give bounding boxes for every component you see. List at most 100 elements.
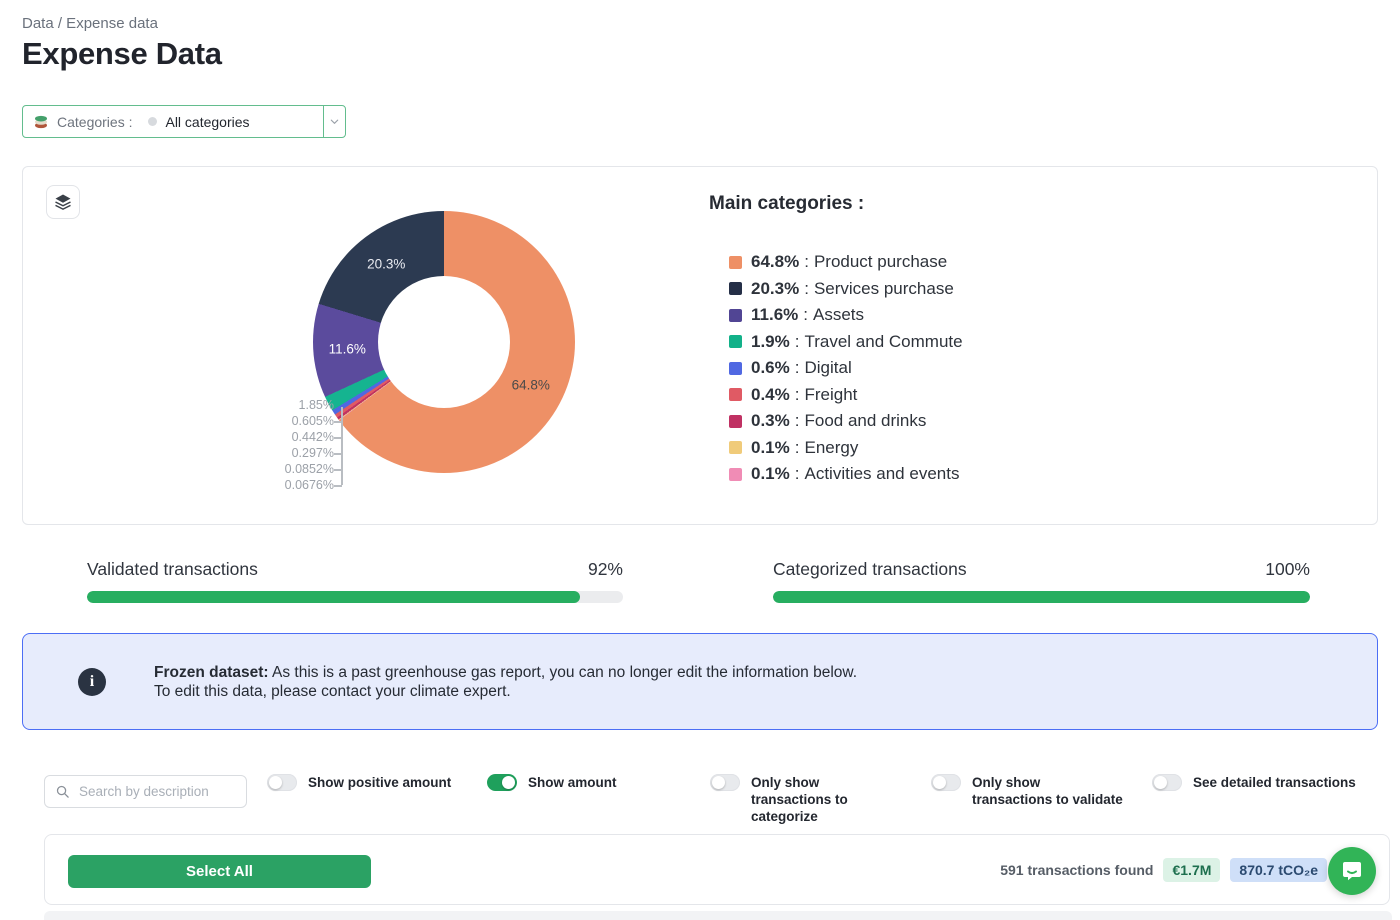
toggle-knob [933,776,946,789]
toggle-switch[interactable] [267,774,297,791]
legend-percent: 1.9% [751,332,790,352]
outside-label: 0.297% [244,445,334,461]
toggle-group: Show positive amount [267,774,451,791]
legend-label: Freight [804,385,857,405]
legend-separator: : [795,464,800,484]
chevron-down-icon[interactable] [324,116,345,127]
page-title: Expense Data [22,36,222,72]
chat-button[interactable] [1328,847,1376,895]
legend: Main categories : 64.8%:Product purchase… [709,193,963,488]
progress-card-categorized: Categorized transactions 100% [773,559,1310,603]
legend-swatch [729,362,742,375]
legend-title: Main categories : [709,193,963,215]
progress-card-validated: Validated transactions 92% [87,559,623,603]
legend-percent: 0.1% [751,464,790,484]
donut-chart[interactable]: 64.8% 11.6% 20.3% [313,211,575,473]
toggle-group: Only show transactions to validate [931,774,1124,808]
slice-label: 11.6% [329,341,366,356]
categories-filter[interactable]: Categories : All categories [22,105,346,138]
toggle-label: Show positive amount [308,774,451,791]
table-header-strip [44,911,1392,920]
search-icon [55,784,70,799]
outside-label: 0.442% [244,429,334,445]
toggle-switch[interactable] [1152,774,1182,791]
legend-item: 1.9%:Travel and Commute [729,329,963,356]
legend-percent: 0.6% [751,358,790,378]
progress-track [773,591,1310,603]
legend-percent: 64.8% [751,252,799,272]
toggle-switch[interactable] [710,774,740,791]
legend-swatch [729,388,742,401]
legend-label: Digital [804,358,851,378]
search-input[interactable] [77,783,240,800]
layers-button[interactable] [46,185,80,219]
color-dot [148,117,157,126]
amount-badge: €1.7M [1163,858,1220,882]
legend-separator: : [803,305,808,325]
legend-swatch [729,282,742,295]
progress-track [87,591,623,603]
toggle-group: Only show transactions to categorize [710,774,903,825]
search-box [44,775,247,808]
filter-selected-value: All categories [165,114,249,130]
legend-item: 64.8%:Product purchase [729,249,963,276]
toggle-group: Show amount [487,774,617,791]
breadcrumb[interactable]: Data / Expense data [22,15,158,32]
legend-separator: : [795,411,800,431]
progress-fill [773,591,1310,603]
categories-stack-icon [33,114,49,130]
progress-percent: 92% [588,559,623,580]
toggle-knob [1154,776,1167,789]
legend-separator: : [804,279,809,299]
slice-label: 20.3% [367,257,405,272]
selection-card: Select All 591 transactions found €1.7M … [44,834,1390,905]
leader-line [341,407,343,485]
slice-label: 64.8% [512,378,550,393]
outside-label: 1.85% [244,397,334,413]
info-banner: i Frozen dataset: As this is a past gree… [22,633,1378,730]
legend-swatch [729,441,742,454]
toggle-switch[interactable] [931,774,961,791]
expense-data-page: Data / Expense data Expense Data Categor… [0,0,1400,920]
toggle-label: See detailed transactions [1193,774,1356,791]
outside-labels: 1.85%0.605%0.442%0.297%0.0852%0.0676% [244,397,334,493]
outside-label: 0.0852% [244,461,334,477]
toggle-knob [502,776,515,789]
legend-item: 0.3%:Food and drinks [729,408,963,435]
legend-list: 64.8%:Product purchase20.3%:Services pur… [729,249,963,488]
legend-item: 0.1%:Energy [729,435,963,462]
chart-card: 64.8%11.6%20.3% 1.85%0.605%0.442%0.297%0… [22,166,1378,525]
banner-line2: To edit this data, please contact your c… [154,683,511,700]
banner-line1: As this is a past greenhouse gas report,… [269,664,858,681]
legend-separator: : [795,385,800,405]
legend-swatch [729,335,742,348]
toggle-knob [712,776,725,789]
legend-item: 11.6%:Assets [729,302,963,329]
chat-bubble-icon [1340,859,1364,883]
info-icon: i [78,668,106,696]
legend-label: Energy [804,438,858,458]
banner-text: Frozen dataset: As this is a past greenh… [154,663,857,701]
toggle-knob [269,776,282,789]
legend-swatch [729,468,742,481]
legend-swatch [729,256,742,269]
progress-fill [87,591,580,603]
legend-swatch [729,309,742,322]
toggle-switch[interactable] [487,774,517,791]
legend-percent: 20.3% [751,279,799,299]
filter-label: Categories : [57,114,132,130]
legend-percent: 0.1% [751,438,790,458]
legend-separator: : [795,358,800,378]
toggle-label: Only show transactions to categorize [751,774,903,825]
select-all-button[interactable]: Select All [68,855,371,888]
legend-label: Product purchase [814,252,947,272]
progress-label: Validated transactions [87,559,258,580]
outside-label: 0.605% [244,413,334,429]
legend-item: 0.4%:Freight [729,382,963,409]
toggle-label: Only show transactions to validate [972,774,1124,808]
legend-separator: : [804,252,809,272]
legend-percent: 11.6% [751,305,798,325]
outside-label: 0.0676% [244,477,334,493]
legend-separator: : [795,438,800,458]
progress-percent: 100% [1265,559,1310,580]
